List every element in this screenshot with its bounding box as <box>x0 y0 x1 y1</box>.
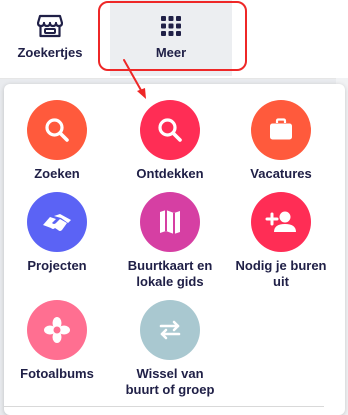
pointer-arrow <box>123 59 146 99</box>
